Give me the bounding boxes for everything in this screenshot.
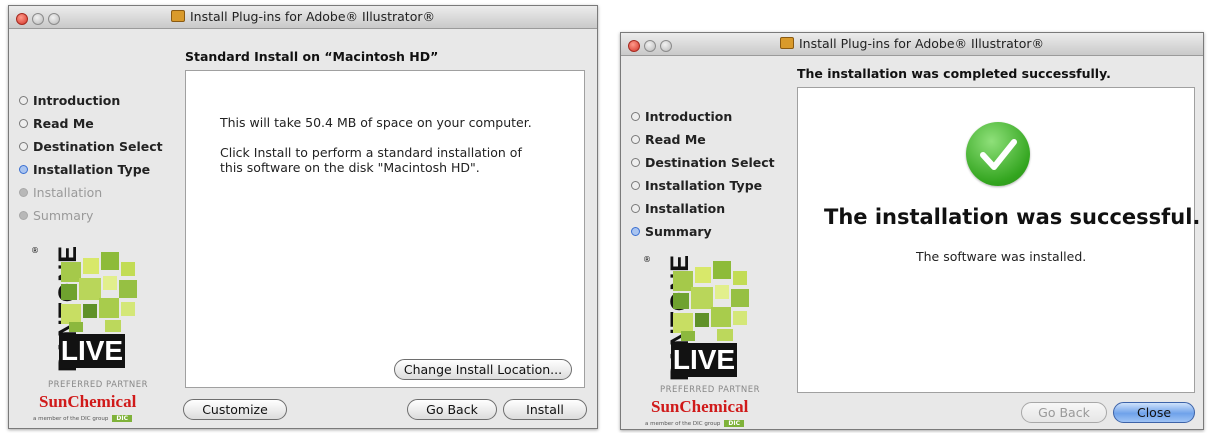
member-text: a member of the DIC group xyxy=(33,416,109,422)
step-read-me: Read Me xyxy=(19,112,163,135)
step-bullet-icon xyxy=(19,165,28,174)
step-installation: Installation xyxy=(19,181,163,204)
install-button[interactable]: Install xyxy=(503,399,587,420)
step-label: Installation Type xyxy=(645,178,763,193)
step-bullet-icon xyxy=(631,112,640,121)
step-label: Read Me xyxy=(645,132,706,147)
step-read-me: Read Me xyxy=(631,128,775,151)
go-back-button[interactable]: Go Back xyxy=(1021,402,1107,423)
step-bullet-icon xyxy=(19,119,28,128)
registered-mark: ® xyxy=(643,255,651,264)
title-bar[interactable]: Install Plug-ins for Adobe® Illustrator® xyxy=(621,33,1203,56)
customize-button[interactable]: Customize xyxy=(183,399,287,420)
step-installation-type: Installation Type xyxy=(19,158,163,181)
step-introduction: Introduction xyxy=(19,89,163,112)
step-bullet-icon xyxy=(19,188,28,197)
installer-steps: Introduction Read Me Destination Select … xyxy=(19,89,163,227)
title-bar[interactable]: Install Plug-ins for Adobe® Illustrator® xyxy=(9,6,597,29)
dic-logo: DIC xyxy=(112,415,132,422)
step-destination-select: Destination Select xyxy=(631,151,775,174)
dic-logo: DIC xyxy=(724,420,744,427)
step-label: Installation xyxy=(645,201,726,216)
success-detail: The software was installed. xyxy=(916,249,1087,264)
step-label: Read Me xyxy=(33,116,94,131)
package-icon xyxy=(780,37,794,49)
step-bullet-icon xyxy=(631,158,640,167)
step-bullet-icon xyxy=(19,211,28,220)
step-bullet-icon xyxy=(631,227,640,236)
step-label: Destination Select xyxy=(33,139,163,154)
close-button[interactable]: Close xyxy=(1113,402,1195,423)
live-wordmark: LIVE xyxy=(59,334,125,368)
member-text: a member of the DIC group xyxy=(645,421,721,427)
check-icon xyxy=(966,122,1030,186)
step-label: Destination Select xyxy=(645,155,775,170)
sunchemical-logo: SunChemical xyxy=(39,392,137,411)
package-icon xyxy=(171,10,185,22)
step-bullet-icon xyxy=(19,96,28,105)
step-label: Summary xyxy=(33,208,94,223)
step-bullet-icon xyxy=(19,142,28,151)
change-install-location-button[interactable]: Change Install Location... xyxy=(394,359,572,380)
preferred-partner-label: PREFERRED PARTNER xyxy=(47,380,149,390)
step-summary: Summary xyxy=(19,204,163,227)
success-title: The installation was successful. xyxy=(824,205,1201,229)
page-heading: The installation was completed successfu… xyxy=(797,66,1111,81)
registered-mark: ® xyxy=(31,246,39,255)
dic-group-label: a member of the DIC group DIC xyxy=(645,420,744,427)
content-pane: The installation was successful. The sof… xyxy=(797,87,1200,393)
step-destination-select: Destination Select xyxy=(19,135,163,158)
check-mark xyxy=(980,139,1017,170)
installer-steps: Introduction Read Me Destination Select … xyxy=(631,105,775,243)
install-instructions-line2: this software on the disk "Macintosh HD"… xyxy=(220,160,480,175)
page-heading: Standard Install on “Macintosh HD” xyxy=(185,49,439,64)
step-label: Installation Type xyxy=(33,162,151,177)
step-installation-type: Installation Type xyxy=(631,174,775,197)
window-title-text: Install Plug-ins for Adobe® Illustrator® xyxy=(190,9,435,24)
window-title-text: Install Plug-ins for Adobe® Illustrator® xyxy=(799,36,1044,51)
preferred-partner-label: PREFERRED PARTNER xyxy=(659,385,761,395)
install-instructions-line1: Click Install to perform a standard inst… xyxy=(220,145,522,160)
pantone-live-logo: ® PANTONE LIVE xyxy=(643,254,763,381)
installer-window-summary: Install Plug-ins for Adobe® Illustrator®… xyxy=(620,32,1204,430)
step-introduction: Introduction xyxy=(631,105,775,128)
window-title: Install Plug-ins for Adobe® Illustrator® xyxy=(621,36,1203,51)
step-label: Installation xyxy=(33,185,103,200)
step-summary: Summary xyxy=(631,220,775,243)
live-wordmark: LIVE xyxy=(671,343,737,377)
step-label: Introduction xyxy=(645,109,733,124)
step-bullet-icon xyxy=(631,135,640,144)
go-back-button[interactable]: Go Back xyxy=(407,399,497,420)
pantone-live-logo: ® PANTONE LIVE xyxy=(31,245,151,372)
step-bullet-icon xyxy=(631,204,640,213)
sunchemical-logo: SunChemical xyxy=(651,397,749,416)
space-required-text: This will take 50.4 MB of space on your … xyxy=(220,115,532,130)
step-label: Summary xyxy=(645,224,712,239)
step-installation: Installation xyxy=(631,197,775,220)
content-pane: This will take 50.4 MB of space on your … xyxy=(185,70,585,388)
step-bullet-icon xyxy=(631,181,640,190)
dic-group-label: a member of the DIC group DIC xyxy=(33,415,132,422)
window-title: Install Plug-ins for Adobe® Illustrator® xyxy=(9,9,597,24)
step-label: Introduction xyxy=(33,93,121,108)
installer-window-standard-install: Install Plug-ins for Adobe® Illustrator®… xyxy=(8,5,598,429)
